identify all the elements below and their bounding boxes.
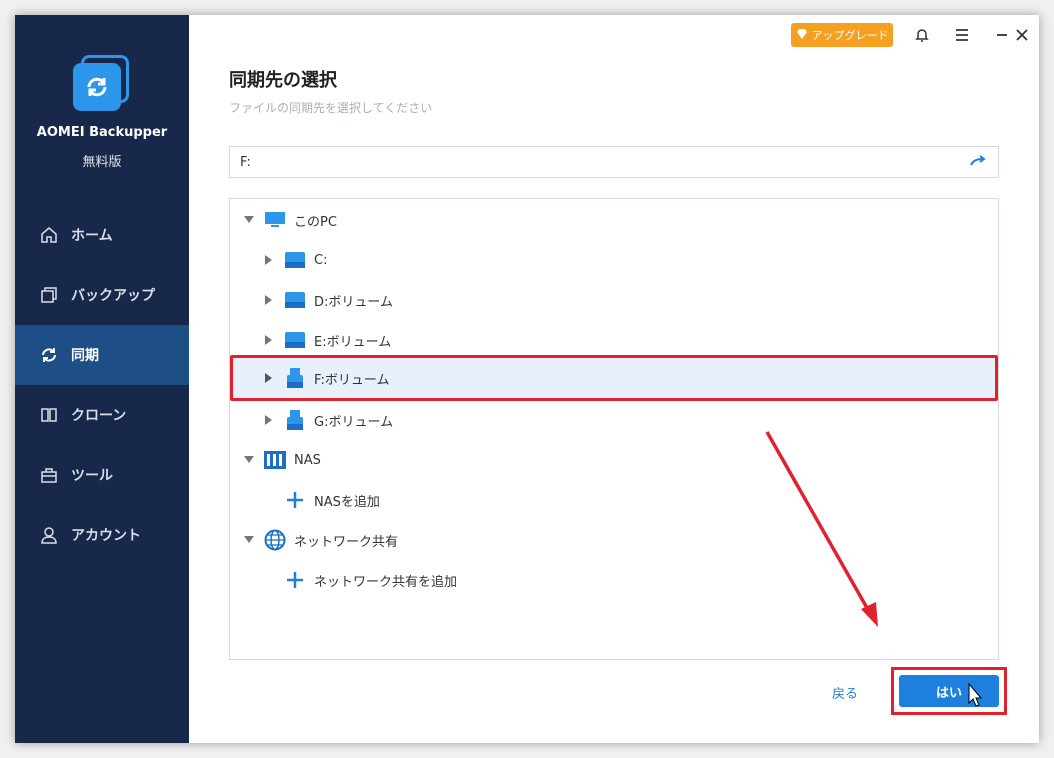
sidebar-item-clone[interactable]: クローン [15,385,189,445]
clone-icon [39,405,59,425]
app-name: AOMEI Backupper [36,125,168,140]
upgrade-button[interactable]: アップグレード [791,23,893,47]
destination-path-input[interactable]: F: [229,146,999,178]
sidebar-item-sync[interactable]: 同期 [15,325,189,385]
globe-icon [264,529,286,551]
expand-triangle-icon[interactable] [264,415,274,425]
tree-node-drive[interactable]: E:ボリューム [230,320,998,360]
tree-node-label: G:ボリューム [314,414,394,430]
expand-triangle-icon[interactable] [264,295,274,305]
collapse-triangle-icon[interactable] [244,455,254,465]
sidebar-item-account[interactable]: アカウント [15,505,189,565]
collapse-triangle-icon[interactable] [244,535,254,545]
hard-drive-icon [284,289,306,311]
tree-node-label: このPC [294,214,337,230]
app-window: AOMEI Backupper 無料版 ホーム バックアップ 同期 クローン ツ… [15,15,1039,743]
add-nas-item[interactable]: NASを追加 [230,480,998,520]
destination-tree: このPC C: D:ボリューム E:ボリューム F:ボリューム G:ボリューム [229,198,999,660]
tree-node-label: NAS [294,452,321,468]
tools-icon [39,465,59,485]
add-nas-label: NASを追加 [314,494,380,510]
tree-node-nas[interactable]: NAS [230,440,998,480]
sidebar-nav: ホーム バックアップ 同期 クローン ツール アカウント [15,205,189,565]
expand-triangle-icon[interactable] [264,335,274,345]
app-edition: 無料版 [82,155,122,170]
yes-highlight-box [891,667,1007,715]
sidebar-item-label: ツール [71,468,113,484]
monitor-icon [264,209,286,231]
tree-node-drive[interactable]: G:ボリューム [230,400,998,440]
tree-node-drive[interactable]: C: [230,240,998,280]
collapse-triangle-icon[interactable] [244,215,254,225]
bell-icon[interactable] [910,23,934,47]
app-logo [73,55,131,113]
sidebar-item-label: ホーム [71,228,113,244]
tree-node-label: E:ボリューム [314,334,392,350]
sidebar-item-home[interactable]: ホーム [15,205,189,265]
tree-node-this-pc[interactable]: このPC [230,200,998,240]
hard-drive-icon [284,249,306,271]
tree-node-label: C: [314,252,328,268]
tree-node-network-share[interactable]: ネットワーク共有 [230,520,998,560]
sidebar-item-tools[interactable]: ツール [15,445,189,505]
tree-node-label: D:ボリューム [314,294,394,310]
diamond-icon [796,28,808,43]
back-button[interactable]: 戻る [832,683,858,702]
backup-icon [39,285,59,305]
sidebar-item-backup[interactable]: バックアップ [15,265,189,325]
menu-icon[interactable] [950,23,974,47]
plus-icon [284,569,306,591]
nas-icon [264,449,286,471]
tree-node-drive[interactable]: D:ボリューム [230,280,998,320]
add-network-share-label: ネットワーク共有を追加 [314,574,458,590]
sidebar-item-label: クローン [71,408,127,424]
usb-drive-icon [284,409,306,431]
title-bar: アップグレード [739,15,1039,55]
hard-drive-icon [284,329,306,351]
upgrade-label: アップグレード [811,29,889,42]
selection-highlight-box [230,355,998,401]
sidebar-item-label: バックアップ [71,288,155,304]
add-network-share-item[interactable]: ネットワーク共有を追加 [230,560,998,600]
path-value: F: [240,154,251,170]
sidebar-item-label: アカウント [71,528,141,544]
tree-node-label: ネットワーク共有 [294,534,399,550]
plus-icon [284,489,306,511]
account-icon [39,525,59,545]
expand-triangle-icon[interactable] [264,255,274,265]
sidebar: AOMEI Backupper 無料版 ホーム バックアップ 同期 クローン ツ… [15,15,189,743]
page-subtitle: ファイルの同期先を選択してください [229,101,433,115]
home-icon [39,225,59,245]
go-arrow-icon[interactable] [968,153,988,173]
sidebar-item-label: 同期 [71,348,99,364]
sync-logo-icon [87,77,107,97]
close-icon[interactable] [1010,23,1034,47]
sync-icon [39,345,59,365]
page-title: 同期先の選択 [229,70,337,91]
